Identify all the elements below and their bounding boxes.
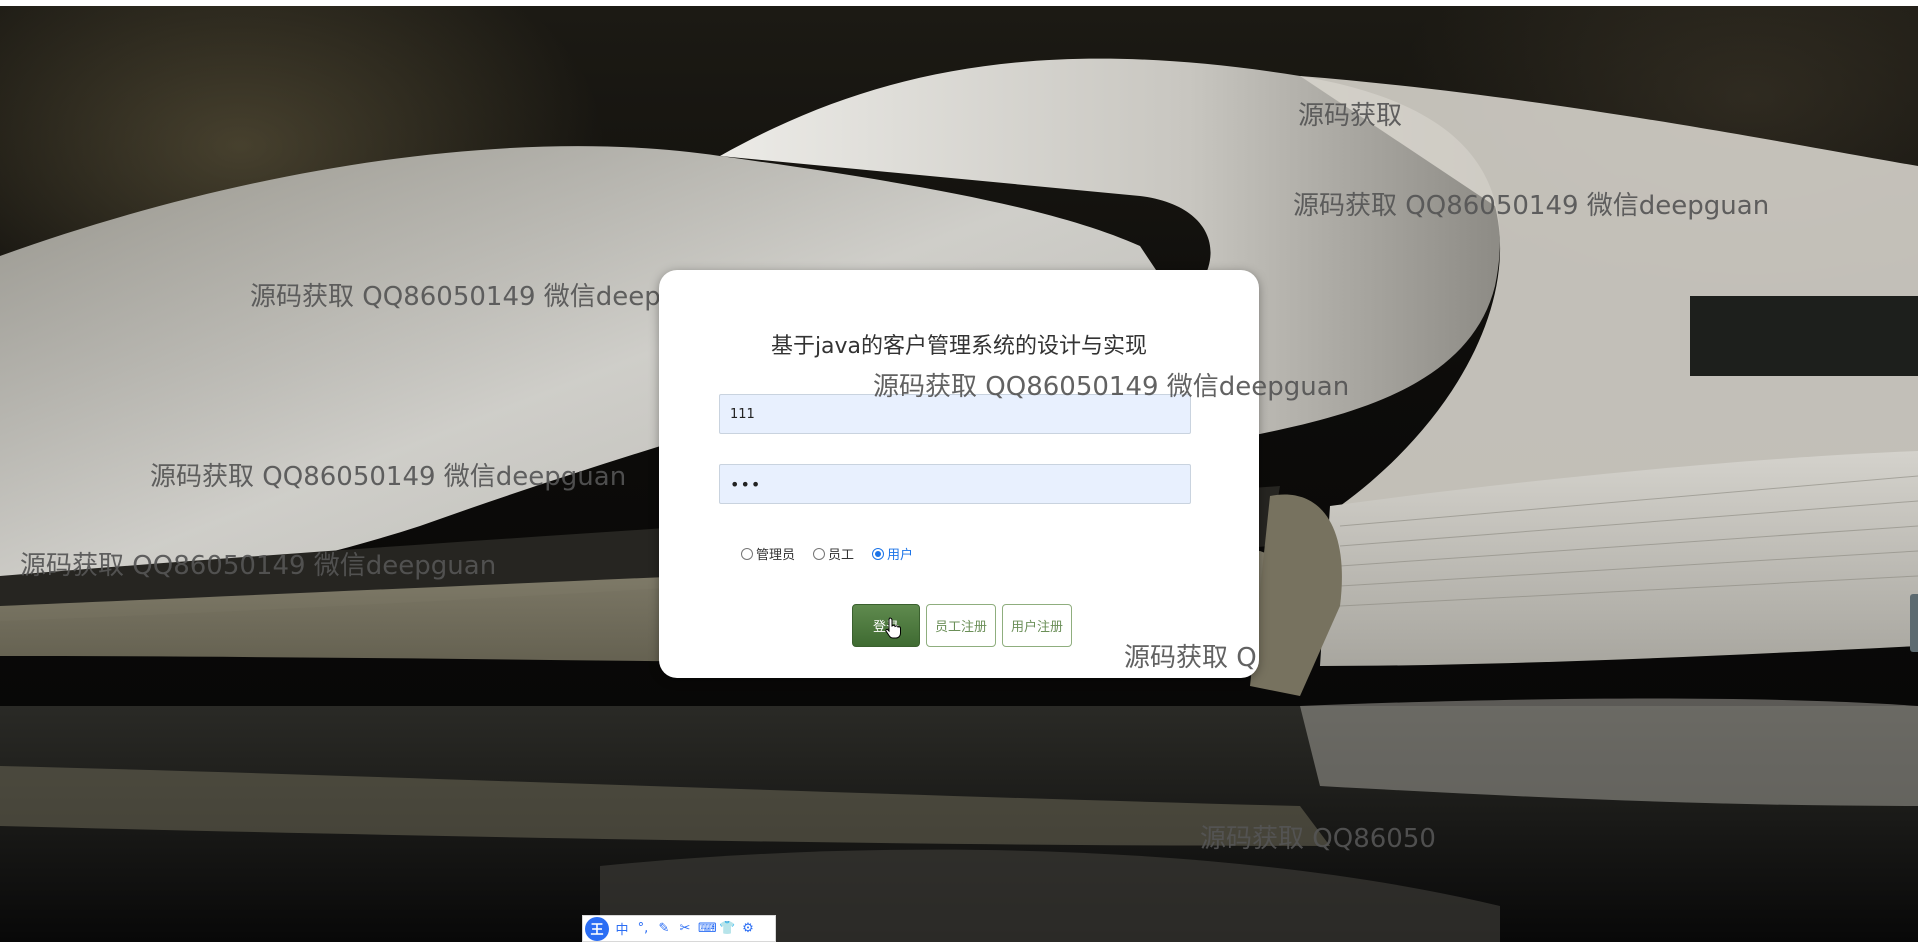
radio-icon[interactable] <box>741 547 753 560</box>
password-input[interactable] <box>719 464 1191 504</box>
chinese-mode-icon[interactable]: 中 <box>614 919 630 938</box>
role-user-radio[interactable]: 用户 <box>872 544 913 563</box>
user-register-button[interactable]: 用户注册 <box>1002 604 1072 647</box>
watermark: 源码获取 <box>1298 101 1403 131</box>
scissors-icon[interactable]: ✂ <box>677 921 693 936</box>
page-title: 基于java的客户管理系统的设计与实现 <box>770 334 1148 359</box>
watermark: 源码获取 QQ86050 <box>1200 824 1436 854</box>
settings-icon[interactable]: ⚙ <box>740 921 756 936</box>
punctuation-icon[interactable]: °, <box>635 921 651 936</box>
role-staff-radio[interactable]: 员工 <box>813 544 854 563</box>
watermark: 源码获取 QQ86050149 微信deepguan <box>1293 191 1770 221</box>
role-label: 用户 <box>887 548 914 563</box>
button-row: 登录 员工注册 用户注册 <box>852 604 1072 647</box>
watermark: 源码获取 QQ86050149 微信deepguan <box>873 372 1350 402</box>
side-scroll-tab[interactable] <box>1910 594 1918 652</box>
radio-icon[interactable] <box>813 547 826 560</box>
ime-logo-icon[interactable]: 王 <box>585 916 609 941</box>
role-label: 管理员 <box>756 548 796 563</box>
role-admin-radio[interactable]: 管理员 <box>741 544 795 563</box>
ime-toolbar: 王 中 °, ✎ ✂ ⌨ 👕 ⚙ <box>582 915 776 942</box>
keyboard-icon[interactable]: ⌨ <box>698 921 717 936</box>
role-label: 员工 <box>828 548 855 563</box>
login-button[interactable]: 登录 <box>852 604 920 647</box>
login-card: 基于java的客户管理系统的设计与实现 管理员 员工 用户 登录 员工注册 用户… <box>659 270 1259 678</box>
watermark: 源码获取 QQ86050149 微信deepguan <box>250 282 727 312</box>
skin-icon[interactable]: 👕 <box>719 921 735 936</box>
staff-register-button[interactable]: 员工注册 <box>926 604 996 647</box>
handwriting-icon[interactable]: ✎ <box>656 921 672 936</box>
watermark: 源码获取 QQ86050149 微信deepguan <box>20 551 497 581</box>
role-selector: 管理员 员工 用户 <box>741 544 913 563</box>
radio-selected-icon[interactable] <box>872 547 885 560</box>
watermark: 源码获取 Q <box>1124 643 1257 673</box>
hand-cursor-icon <box>885 617 901 639</box>
watermark: 源码获取 QQ86050149 微信deepguan <box>150 462 627 492</box>
